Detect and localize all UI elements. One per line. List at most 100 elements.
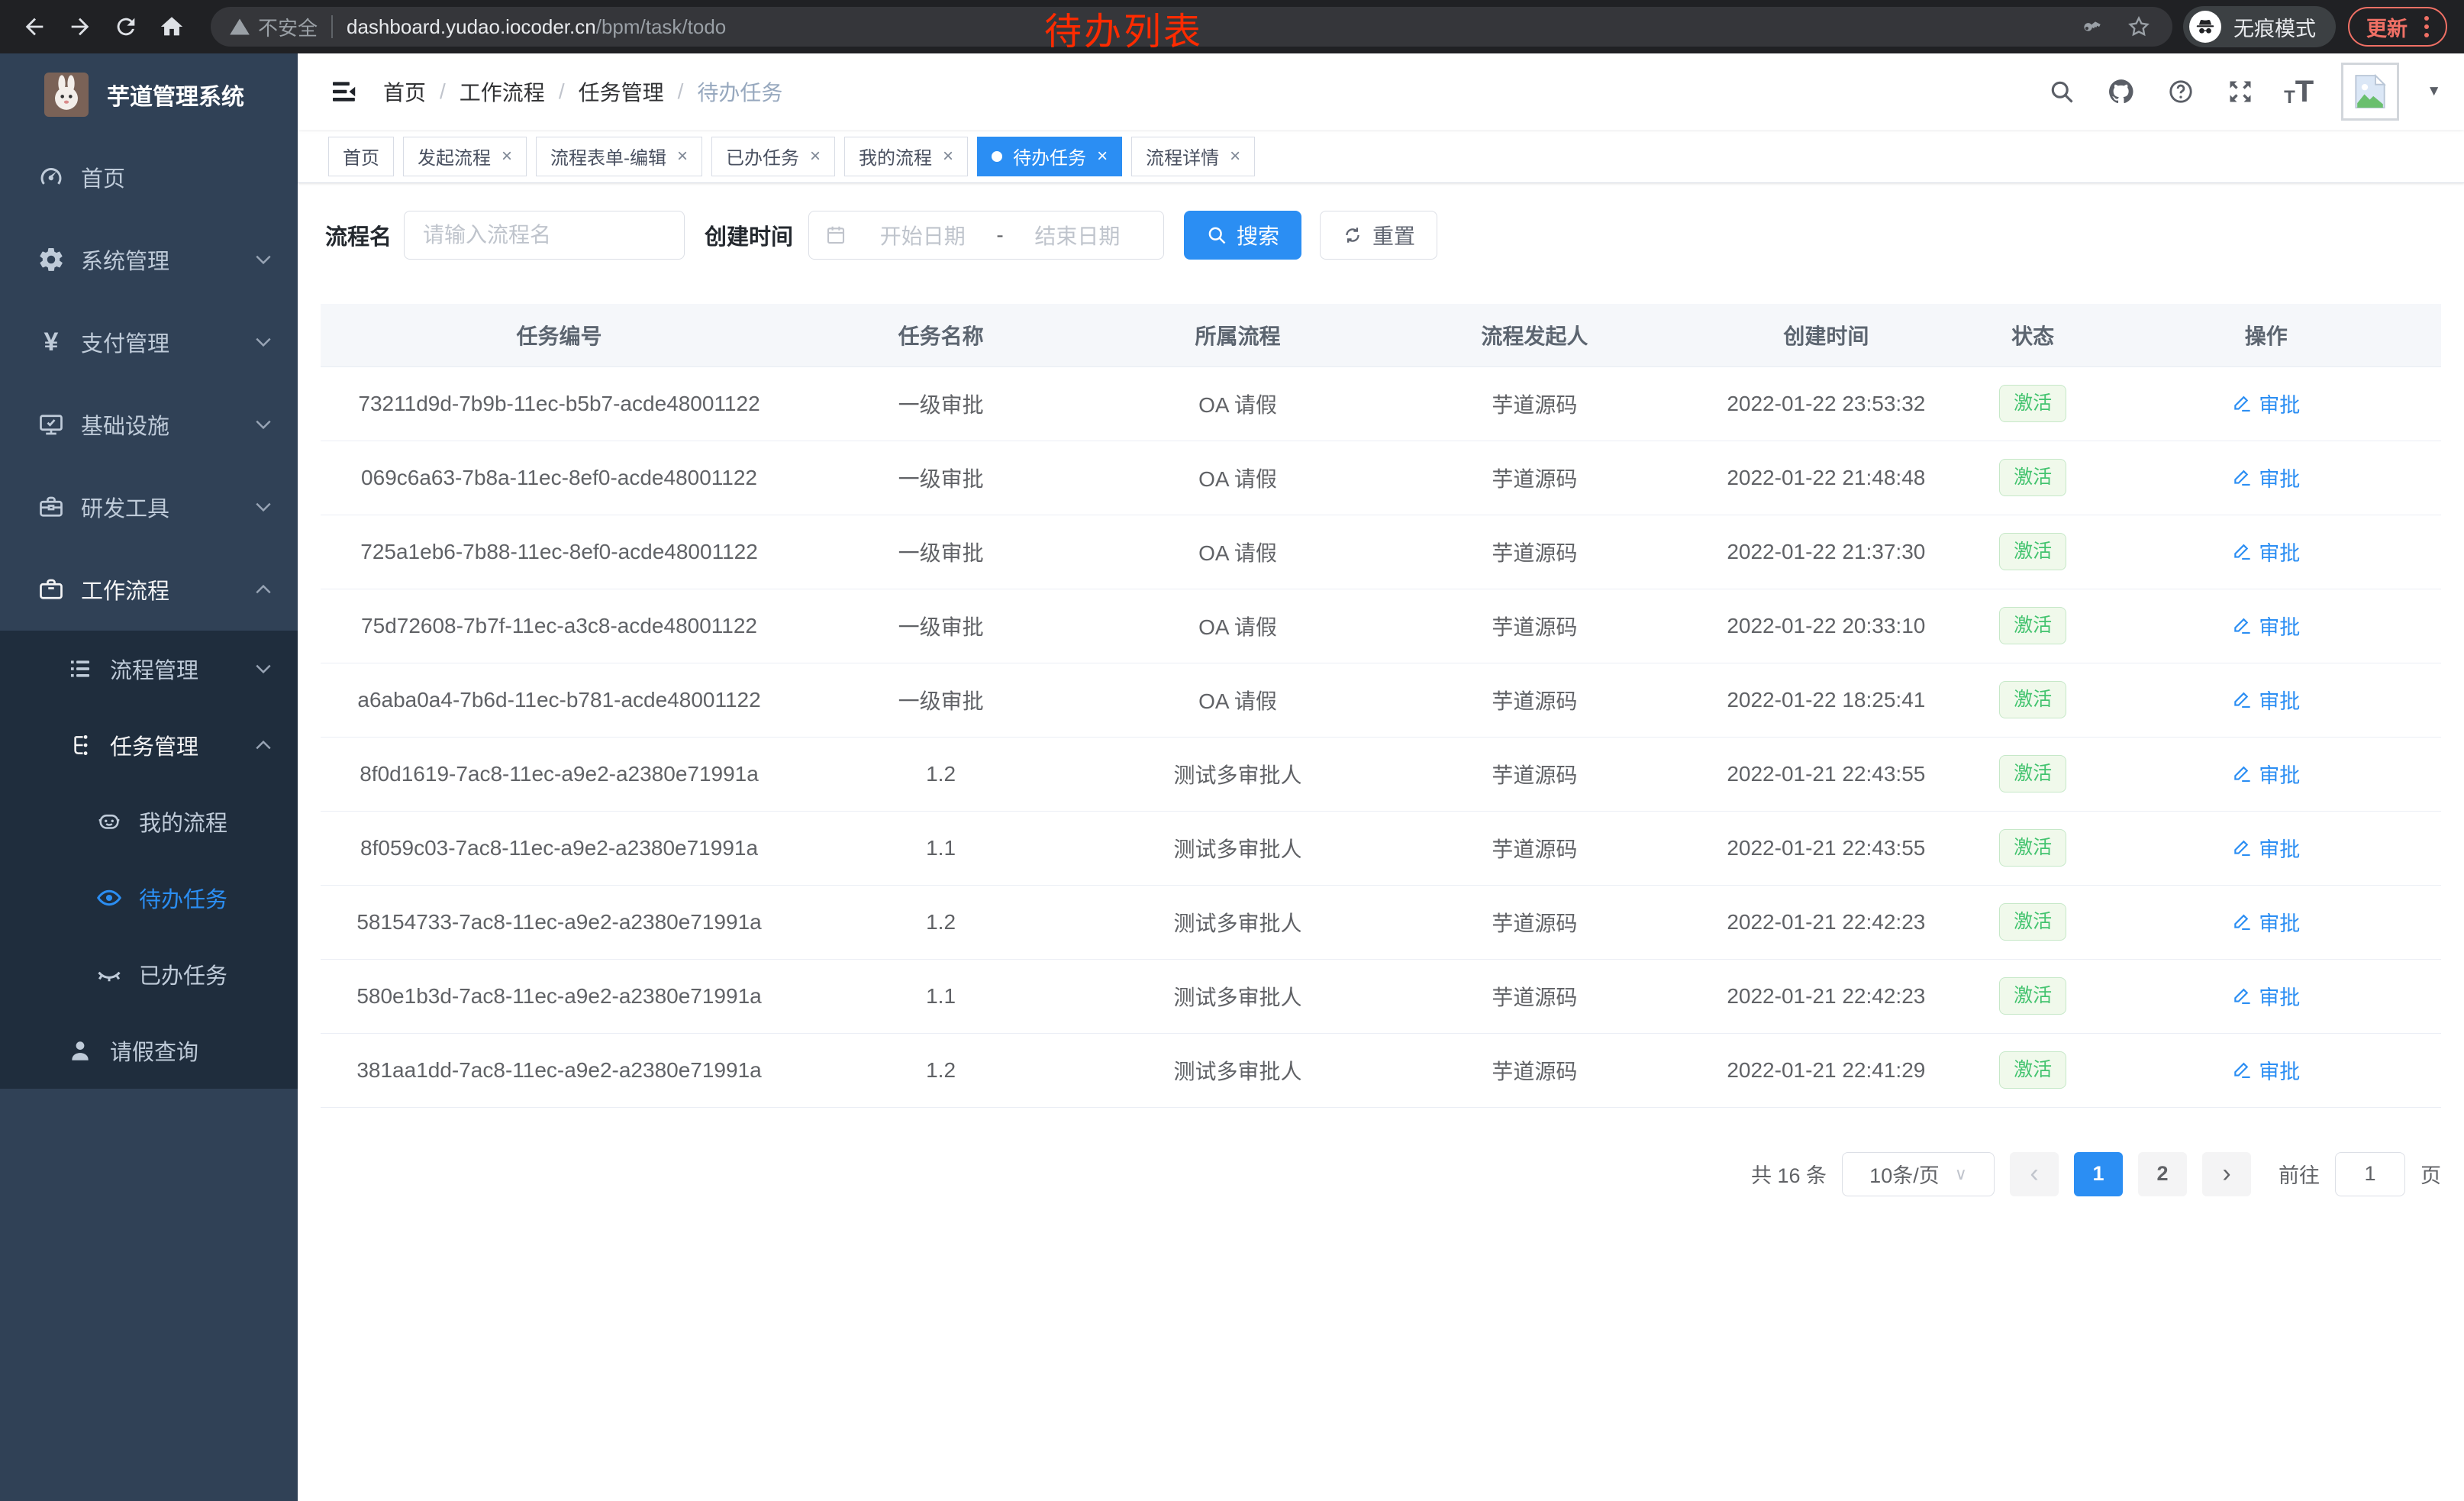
bookmark-star-icon[interactable] [2124, 11, 2154, 42]
sidebar-item-home[interactable]: 首页 [0, 136, 298, 218]
dashboard-icon [35, 161, 67, 193]
next-page-button[interactable]: › [2202, 1152, 2251, 1196]
tab-done-tasks[interactable]: 已办任务 × [711, 137, 835, 176]
tab-start-process[interactable]: 发起流程 × [403, 137, 527, 176]
tab-process-detail[interactable]: 流程详情 × [1131, 137, 1255, 176]
search-icon[interactable] [2046, 76, 2078, 108]
approve-button[interactable]: 审批 [2232, 463, 2300, 492]
sidebar-collapse-button[interactable] [327, 75, 360, 108]
browser-forward-button[interactable] [63, 9, 98, 44]
breadcrumb-home[interactable]: 首页 [383, 76, 426, 107]
goto-page-input[interactable] [2335, 1152, 2405, 1196]
sidebar-item-dev-tools[interactable]: 研发工具 [0, 466, 298, 548]
chevron-up-icon [255, 584, 272, 595]
logo-row[interactable]: 芋道管理系统 [0, 53, 298, 136]
page-button-2[interactable]: 2 [2138, 1152, 2187, 1196]
approve-button[interactable]: 审批 [2232, 833, 2300, 863]
sidebar-item-my-process[interactable]: 我的流程 [0, 783, 298, 860]
cell-task-id: a6aba0a4-7b6d-11ec-b781-acde48001122 [321, 663, 798, 737]
tab-home[interactable]: 首页 [328, 137, 394, 176]
tab-close-icon[interactable]: × [943, 147, 953, 166]
cell-status: 激活 [1975, 959, 2091, 1033]
fullscreen-icon[interactable] [2224, 76, 2256, 108]
sidebar-item-payment[interactable]: ¥ 支付管理 [0, 301, 298, 383]
url-bar[interactable]: 不安全 dashboard.yudao.iocoder.cn /bpm/task… [211, 7, 2172, 47]
tab-close-icon[interactable]: × [810, 147, 821, 166]
cell-create-time: 2022-01-22 21:37:30 [1678, 515, 1975, 589]
browser-update-button[interactable]: 更新 [2348, 7, 2447, 47]
cell-starter: 芋道源码 [1392, 811, 1678, 885]
cell-status: 激活 [1975, 366, 2091, 441]
prev-page-button[interactable]: ‹ [2010, 1152, 2059, 1196]
eye-icon [93, 882, 125, 914]
reset-button-label: 重置 [1372, 220, 1415, 250]
table-row: 73211d9d-7b9b-11ec-b5b7-acde48001122 一级审… [321, 366, 2441, 441]
approve-button[interactable]: 审批 [2232, 759, 2300, 789]
password-key-icon[interactable] [2076, 11, 2107, 42]
github-icon[interactable] [2105, 76, 2137, 108]
page-size-select[interactable]: 10条/页 ∨ [1842, 1152, 1995, 1196]
tab-close-icon[interactable]: × [677, 147, 688, 166]
tab-label: 流程表单-编辑 [550, 143, 666, 169]
font-size-icon[interactable]: TT [2284, 76, 2314, 107]
sidebar-item-todo-tasks[interactable]: 待办任务 [0, 860, 298, 936]
end-date-placeholder: 结束日期 [1007, 220, 1148, 250]
browser-home-button[interactable] [154, 9, 189, 44]
reset-button[interactable]: 重置 [1320, 211, 1437, 260]
search-form: 流程名 创建时间 开始日期 - 结束日期 搜索 重置 [325, 211, 2441, 260]
tab-close-icon[interactable]: × [502, 147, 512, 166]
process-name-input[interactable] [404, 211, 685, 260]
avatar-caret-icon[interactable]: ▼ [2427, 83, 2441, 100]
tab-my-process[interactable]: 我的流程 × [844, 137, 968, 176]
approve-button[interactable]: 审批 [2232, 1055, 2300, 1085]
sidebar-item-leave-query[interactable]: 请假查询 [0, 1012, 298, 1089]
approve-button[interactable]: 审批 [2232, 907, 2300, 937]
date-range-picker[interactable]: 开始日期 - 结束日期 [808, 211, 1164, 260]
browser-reload-button[interactable] [108, 9, 144, 44]
approve-button[interactable]: 审批 [2232, 981, 2300, 1011]
tab-close-icon[interactable]: × [1230, 147, 1240, 166]
approve-button[interactable]: 审批 [2232, 537, 2300, 567]
sidebar-item-process-management[interactable]: 流程管理 [0, 631, 298, 707]
tab-close-icon[interactable]: × [1097, 147, 1108, 166]
approve-button[interactable]: 审批 [2232, 611, 2300, 641]
cell-task-id: 725a1eb6-7b88-11ec-8ef0-acde48001122 [321, 515, 798, 589]
breadcrumb-task-management[interactable]: 任务管理 [579, 76, 664, 107]
search-button[interactable]: 搜索 [1184, 211, 1301, 260]
cell-actions: 审批 [2091, 737, 2441, 811]
breadcrumb-workflow[interactable]: 工作流程 [460, 76, 545, 107]
briefcase-icon [35, 573, 67, 605]
cell-actions: 审批 [2091, 366, 2441, 441]
user-icon [64, 1035, 96, 1067]
browser-menu-icon[interactable] [2421, 13, 2432, 40]
tab-todo-tasks[interactable]: 待办任务 × [977, 137, 1122, 176]
broken-image-icon [2349, 70, 2391, 113]
navbar-actions: TT ▼ [2046, 63, 2441, 121]
page-size-value: 10条/页 [1869, 1159, 1940, 1189]
robot-icon [93, 805, 125, 838]
sidebar-item-task-management[interactable]: 任务管理 [0, 707, 298, 783]
cell-create-time: 2022-01-22 20:33:10 [1678, 589, 1975, 663]
sidebar-item-label: 待办任务 [139, 882, 227, 914]
approve-label: 审批 [2259, 833, 2300, 863]
sidebar-item-workflow[interactable]: 工作流程 [0, 548, 298, 631]
cell-task-name: 1.2 [798, 1033, 1084, 1107]
incognito-badge: 无痕模式 [2183, 6, 2336, 47]
status-badge: 激活 [1999, 829, 2066, 867]
status-badge: 激活 [1999, 977, 2066, 1015]
avatar[interactable] [2341, 63, 2399, 121]
breadcrumb: 首页 / 工作流程 / 任务管理 / 待办任务 [383, 76, 782, 107]
approve-button[interactable]: 审批 [2232, 389, 2300, 418]
cell-task-name: 一级审批 [798, 589, 1084, 663]
browser-back-button[interactable] [17, 9, 52, 44]
edit-pencil-icon [2232, 393, 2252, 413]
sidebar-item-infrastructure[interactable]: 基础设施 [0, 383, 298, 466]
sidebar-item-done-tasks[interactable]: 已办任务 [0, 936, 298, 1012]
cell-task-id: 381aa1dd-7ac8-11ec-a9e2-a2380e71991a [321, 1033, 798, 1107]
page-button-1[interactable]: 1 [2074, 1152, 2123, 1196]
sidebar-item-system[interactable]: 系统管理 [0, 218, 298, 301]
approve-label: 审批 [2259, 907, 2300, 937]
approve-button[interactable]: 审批 [2232, 685, 2300, 715]
help-icon[interactable] [2165, 76, 2197, 108]
tab-process-form-edit[interactable]: 流程表单-编辑 × [536, 137, 702, 176]
